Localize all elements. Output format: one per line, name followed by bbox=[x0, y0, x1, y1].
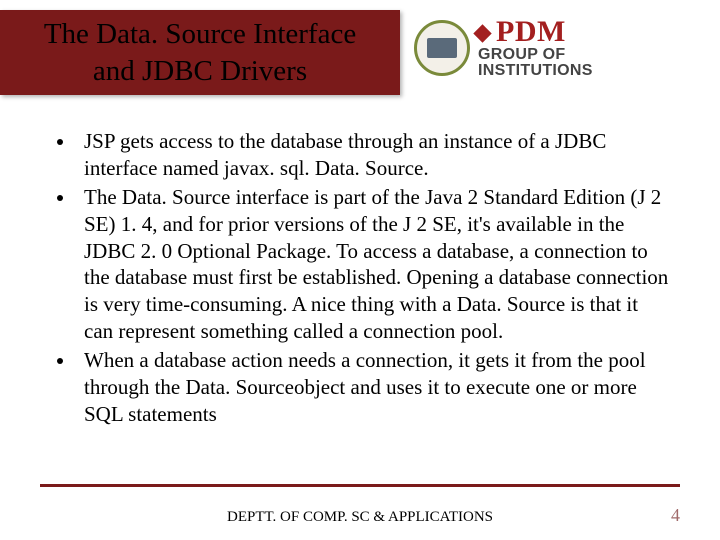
list-item: JSP gets access to the database through … bbox=[76, 128, 672, 182]
slide-content: JSP gets access to the database through … bbox=[0, 100, 720, 428]
list-item: When a database action needs a connectio… bbox=[76, 347, 672, 428]
logo-brand: PDM bbox=[478, 18, 593, 47]
institution-logo: PDM GROUP OF INSTITUTIONS bbox=[414, 18, 593, 79]
logo-line2: INSTITUTIONS bbox=[478, 63, 593, 79]
slide-footer: DEPTT. OF COMP. SC & APPLICATIONS bbox=[0, 509, 720, 526]
logo-text-block: PDM GROUP OF INSTITUTIONS bbox=[478, 18, 593, 79]
footer-divider bbox=[40, 484, 680, 487]
logo-line1: GROUP OF bbox=[478, 47, 593, 63]
logo-seal-icon bbox=[414, 20, 470, 76]
bullet-list: JSP gets access to the database through … bbox=[48, 128, 672, 428]
diamond-icon bbox=[473, 24, 491, 42]
slide-title: The Data. Source Interface and JDBC Driv… bbox=[44, 16, 356, 89]
page-number: 4 bbox=[671, 505, 680, 526]
list-item: The Data. Source interface is part of th… bbox=[76, 184, 672, 345]
logo-brand-text: PDM bbox=[496, 15, 566, 48]
title-band: The Data. Source Interface and JDBC Driv… bbox=[0, 10, 400, 95]
slide-header: The Data. Source Interface and JDBC Driv… bbox=[0, 0, 720, 100]
footer-department: DEPTT. OF COMP. SC & APPLICATIONS bbox=[227, 509, 493, 526]
